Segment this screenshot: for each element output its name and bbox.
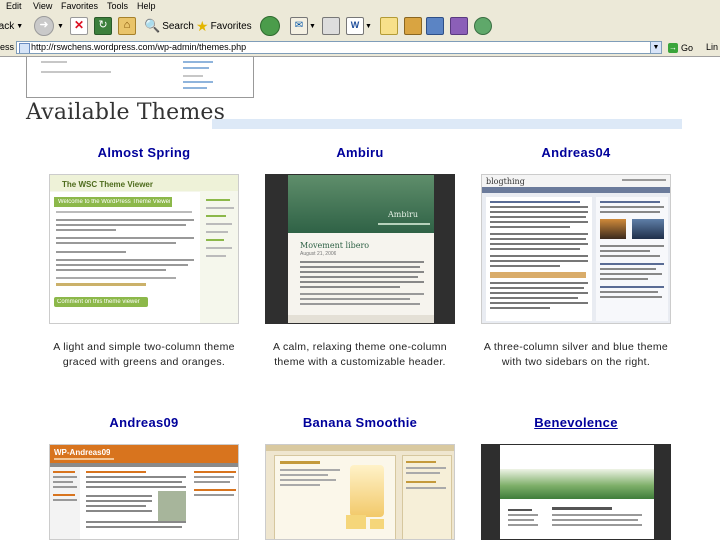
dropdown-arrow-icon: ▼	[16, 22, 24, 30]
theme-thumbnail-banana-smoothie[interactable]	[265, 444, 455, 540]
theme-name-banana-smoothie[interactable]: Banana Smoothie	[260, 415, 460, 430]
theme-thumbnail-andreas09[interactable]: WP-Andreas09	[49, 444, 239, 540]
buddy-icon	[474, 17, 492, 35]
browser-toolbar: Back ▼ ➜ ▼ ✕ ↻ ⌂ 🔍 Search ★ Favorites ✉ …	[0, 12, 720, 41]
media-button[interactable]	[450, 16, 468, 36]
preview-blog-title: The WSC Theme Viewer	[62, 180, 153, 189]
stop-button[interactable]: ✕	[70, 16, 88, 36]
page-content: Available Themes Almost Spring Ambiru An…	[0, 57, 720, 540]
address-url: http://rswchens.wordpress.com/wp-admin/t…	[31, 42, 247, 52]
research-icon	[404, 17, 422, 35]
theme-name-andreas09[interactable]: Andreas09	[44, 415, 244, 430]
preview-comment-label: Comment on this theme viewer	[57, 299, 140, 305]
menu-help[interactable]: Help	[137, 0, 156, 12]
preview-post-title: Welcome to the WordPress Theme Viewer!	[58, 199, 170, 205]
dropdown-arrow-icon: ▼	[365, 22, 372, 30]
messenger-icon	[426, 17, 444, 35]
menu-view[interactable]: View	[33, 0, 52, 12]
home-button[interactable]: ⌂	[118, 16, 136, 36]
preview-post-title: Movement libero	[300, 241, 370, 250]
address-label: ess	[0, 42, 15, 52]
media-icon	[450, 17, 468, 35]
page-icon	[19, 43, 30, 53]
research-button[interactable]	[404, 16, 422, 36]
search-icon: 🔍	[144, 18, 161, 33]
star-icon: ★	[196, 17, 209, 34]
title-divider	[212, 119, 682, 129]
address-bar: ess http://rswchens.wordpress.com/wp-adm…	[0, 40, 720, 57]
print-icon	[322, 17, 340, 35]
favorites-label: Favorites	[210, 20, 252, 32]
theme-description-almost-spring: A light and simple two-column theme grac…	[53, 341, 235, 368]
preview-blog-title: Ambiru	[388, 211, 419, 218]
theme-thumbnail-andreas04[interactable]: blogthing	[481, 174, 671, 324]
go-label: Go	[681, 43, 694, 53]
menu-bar: Edit View Favorites Tools Help	[0, 0, 720, 12]
go-arrow-icon: →	[668, 43, 678, 53]
forward-arrow-icon: ➜	[34, 16, 54, 36]
menu-favorites[interactable]: Favorites	[61, 0, 98, 12]
dropdown-arrow-icon: ▼	[57, 22, 64, 30]
forward-button[interactable]: ➜ ▼	[34, 16, 64, 36]
links-label[interactable]: Lin	[706, 42, 718, 52]
discuss-button[interactable]	[380, 16, 398, 36]
menu-edit[interactable]: Edit	[6, 0, 22, 12]
refresh-icon: ↻	[94, 17, 112, 35]
preview-blog-title: blogthing	[486, 177, 525, 186]
current-theme-preview	[26, 57, 254, 98]
discuss-icon	[380, 17, 398, 35]
theme-thumbnail-benevolence[interactable]	[481, 444, 671, 540]
preview-post-date: August 21, 2006	[300, 251, 337, 257]
theme-name-ambiru[interactable]: Ambiru	[260, 145, 460, 160]
theme-description-ambiru: A calm, relaxing theme one-column theme …	[273, 341, 447, 368]
dropdown-arrow-icon: ▼	[309, 22, 316, 30]
home-icon: ⌂	[118, 17, 136, 35]
address-input[interactable]: http://rswchens.wordpress.com/wp-admin/t…	[16, 41, 662, 54]
buddy-button[interactable]	[474, 16, 492, 36]
mail-icon: ✉	[290, 17, 308, 35]
theme-thumbnail-ambiru[interactable]: Ambiru Movement libero August 21, 2006	[265, 174, 455, 324]
refresh-button[interactable]: ↻	[94, 16, 112, 36]
theme-name-almost-spring[interactable]: Almost Spring	[44, 145, 244, 160]
theme-name-andreas04[interactable]: Andreas04	[476, 145, 676, 160]
address-dropdown-button[interactable]: ▼	[650, 41, 662, 54]
messenger-button[interactable]	[426, 16, 444, 36]
history-button[interactable]	[260, 16, 283, 36]
theme-description-andreas04: A three-column silver and blue theme wit…	[483, 341, 669, 368]
go-button[interactable]: → Go	[668, 41, 698, 55]
print-button[interactable]	[322, 16, 340, 36]
stop-icon: ✕	[70, 17, 88, 35]
history-icon	[260, 16, 280, 36]
menu-tools[interactable]: Tools	[107, 0, 128, 12]
back-label: Back	[0, 20, 15, 32]
preview-blog-title: WP-Andreas09	[54, 448, 111, 457]
edit-button[interactable]: W ▼	[346, 16, 372, 36]
word-doc-icon: W	[346, 17, 364, 35]
back-button[interactable]: Back ▼	[0, 16, 23, 36]
search-label: Search	[162, 20, 194, 32]
theme-thumbnail-almost-spring[interactable]: The WSC Theme Viewer Welcome to the Word…	[49, 174, 239, 324]
favorites-button[interactable]: ★ Favorites	[196, 16, 252, 36]
mail-button[interactable]: ✉ ▼	[290, 16, 316, 36]
theme-name-benevolence[interactable]: Benevolence	[476, 415, 676, 430]
page-title: Available Themes	[26, 100, 226, 125]
search-button[interactable]: 🔍 Search	[144, 16, 194, 36]
